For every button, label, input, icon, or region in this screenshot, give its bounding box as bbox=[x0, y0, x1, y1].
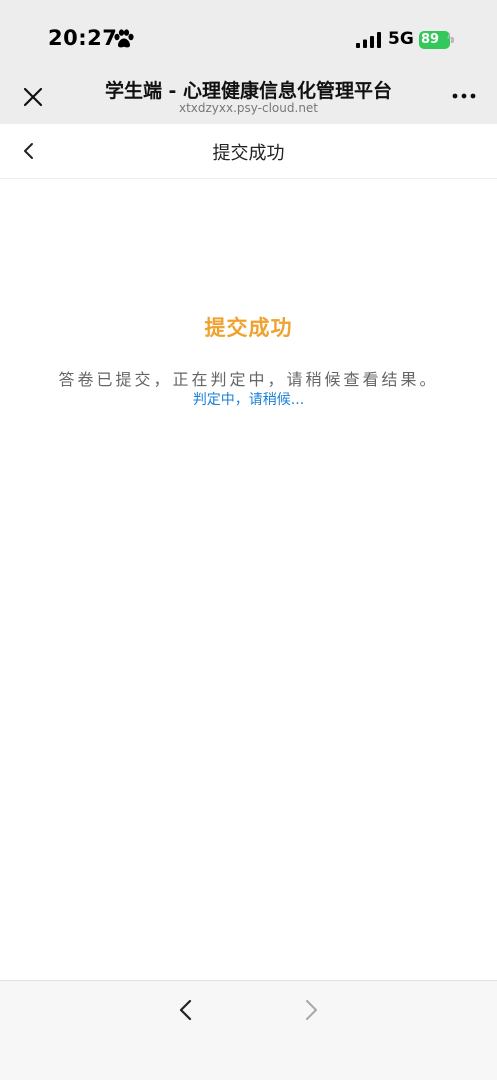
result-title: 提交成功 bbox=[204, 316, 293, 340]
close-icon[interactable] bbox=[20, 84, 46, 110]
history-forward-icon[interactable] bbox=[299, 997, 323, 1023]
page-header: 提交成功 bbox=[0, 124, 497, 179]
battery-icon: 89 ϟ bbox=[419, 31, 455, 49]
history-back-icon[interactable] bbox=[174, 997, 198, 1023]
browser-title: 学生端 - 心理健康信息化管理平台 bbox=[104, 80, 393, 102]
signal-icon bbox=[356, 32, 381, 48]
status-bar: 20:27 5G 89 ϟ bbox=[0, 0, 497, 72]
top-chrome: 20:27 5G 89 ϟ 学生端 - 心理健康信息化管理平台 xtxdzyxx… bbox=[0, 0, 497, 124]
result-message: 答卷已提交，正在判定中，请稍候查看结果。 bbox=[58, 370, 439, 389]
bottom-toolbar bbox=[0, 980, 497, 1080]
browser-url: xtxdzyxx.psy-cloud.net bbox=[178, 101, 319, 115]
page-title: 提交成功 bbox=[212, 143, 285, 164]
network-label: 5G bbox=[388, 29, 414, 49]
battery-cap bbox=[451, 37, 454, 43]
judging-status[interactable]: 判定中，请稍候... bbox=[0, 389, 497, 409]
more-icon[interactable] bbox=[449, 85, 479, 107]
status-time: 20:27 bbox=[48, 26, 118, 50]
paw-icon bbox=[114, 29, 134, 48]
